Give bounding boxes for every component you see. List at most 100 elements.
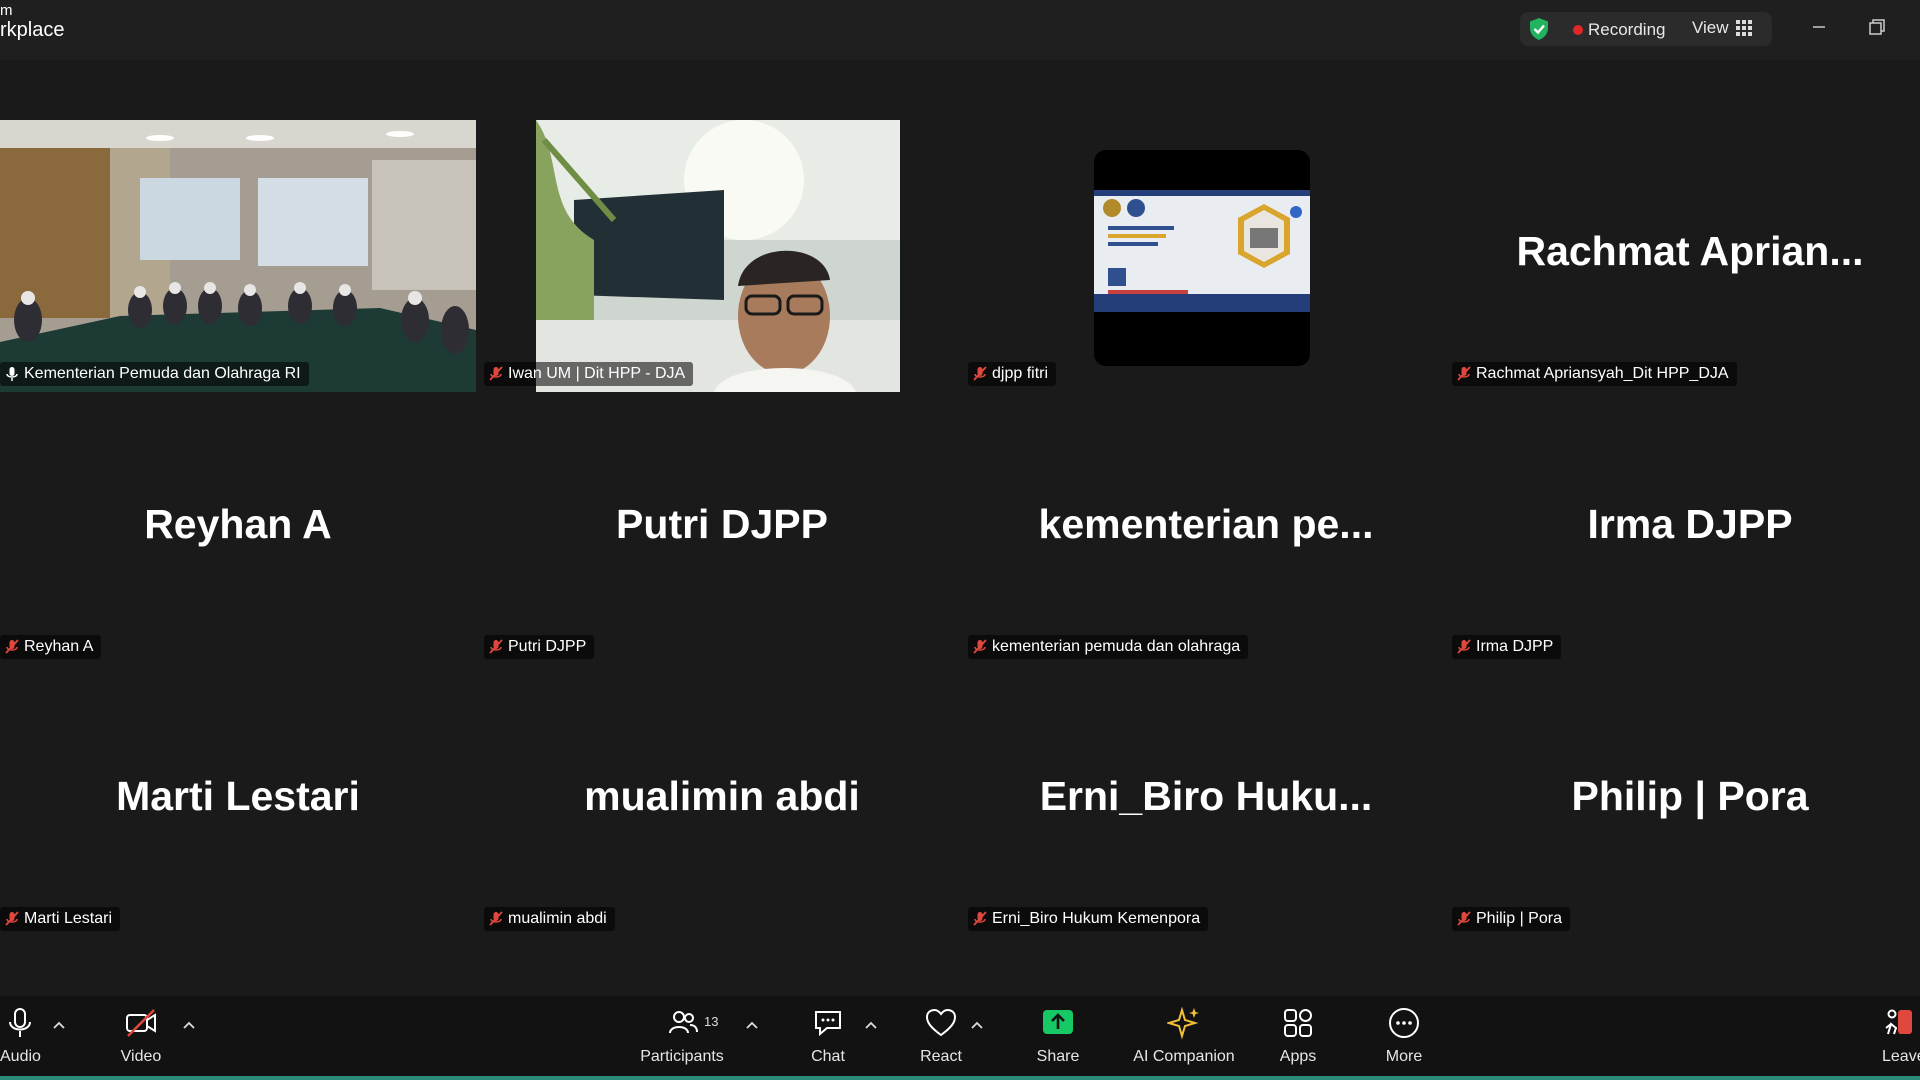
recording-label[interactable]: Recording <box>1588 20 1666 40</box>
participant-display-name: mualimin abdi <box>584 773 860 819</box>
chat-bubble-icon <box>815 1011 841 1037</box>
mic-muted-icon <box>489 911 503 926</box>
video-tile-reyhan[interactable]: Reyhan A Reyhan A <box>0 393 476 665</box>
participant-name-tag: Reyhan A <box>0 635 102 659</box>
video-tile-mualimin[interactable]: mualimin abdi mualimin abdi <box>484 665 960 937</box>
profile-picture <box>1094 150 1310 366</box>
heart-icon <box>925 1008 957 1037</box>
shield-check-icon[interactable] <box>1526 16 1552 42</box>
participant-name-tag: Putri DJPP <box>484 635 595 659</box>
participant-name-tag: Erni_Biro Hukum Kemenpora <box>968 907 1209 931</box>
apps-button[interactable]: Apps <box>1276 1006 1320 1068</box>
video-tile-marti[interactable]: Marti Lestari Marti Lestari <box>0 665 476 937</box>
participant-name: Putri DJPP <box>508 638 587 655</box>
apps-label: Apps <box>1279 1048 1317 1065</box>
microphone-icon <box>9 1008 31 1037</box>
video-tile-irma[interactable]: Irma DJPP Irma DJPP <box>1452 393 1920 665</box>
conference-room-video <box>0 120 476 392</box>
participant-name: kementerian pemuda dan olahraga <box>992 638 1241 655</box>
mic-muted-icon <box>973 639 987 654</box>
react-label: React <box>920 1048 962 1065</box>
chat-label: Chat <box>811 1048 845 1065</box>
participant-display-name: Putri DJPP <box>616 501 828 547</box>
mic-muted-icon <box>1457 911 1471 926</box>
audio-options-chevron-icon[interactable] <box>52 1020 66 1030</box>
participant-name: Erni_Biro Hukum Kemenpora <box>992 910 1201 927</box>
restore-window-icon[interactable] <box>1866 16 1888 38</box>
participant-name-tag: kementerian pemuda dan olahraga <box>968 635 1249 659</box>
sparkle-icon <box>1167 1006 1199 1040</box>
video-tile-iwan[interactable]: Iwan UM | Dit HPP - DJA <box>484 120 960 392</box>
participant-name-tag: Irma DJPP <box>1452 635 1562 659</box>
video-tile-erni[interactable]: Erni_Biro Huku... Erni_Biro Hukum Kemenp… <box>968 665 1444 937</box>
share-screen-icon <box>1043 1010 1073 1034</box>
participant-display-name: Philip | Pora <box>1571 773 1809 819</box>
participant-display-name: kementerian pe... <box>1038 501 1374 547</box>
mic-muted-icon <box>5 911 19 926</box>
participant-name: mualimin abdi <box>508 910 607 927</box>
video-label: Video <box>120 1048 162 1065</box>
participant-name: Rachmat Apriansyah_Dit HPP_DJA <box>1476 365 1729 382</box>
participant-name: Philip | Pora <box>1476 910 1562 927</box>
participants-label: Participants <box>640 1048 724 1065</box>
react-options-chevron-icon[interactable] <box>970 1020 984 1030</box>
participant-name-tag: Rachmat Apriansyah_Dit HPP_DJA <box>1452 362 1737 386</box>
participant-name-tag: Philip | Pora <box>1452 907 1570 931</box>
video-tile-kementerian[interactable]: kementerian pe... kementerian pemuda dan… <box>968 393 1444 665</box>
leave-button[interactable]: Leave <box>1882 1006 1920 1068</box>
mic-muted-icon <box>1457 639 1471 654</box>
more-label: More <box>1385 1048 1423 1065</box>
video-button[interactable]: Video <box>112 1006 170 1068</box>
app-title-line1: m <box>0 2 13 19</box>
participant-name: djpp fitri <box>992 365 1049 382</box>
audio-label: Audio <box>0 1048 41 1065</box>
participant-display-name: Marti Lestari <box>116 773 360 819</box>
participant-name: Iwan UM | Dit HPP - DJA <box>508 365 686 382</box>
share-button[interactable]: Share <box>1034 1006 1082 1068</box>
chat-options-chevron-icon[interactable] <box>864 1020 878 1030</box>
video-tile-putri[interactable]: Putri DJPP Putri DJPP <box>484 393 960 665</box>
view-button[interactable]: View <box>1692 18 1729 38</box>
mic-muted-icon <box>489 366 503 381</box>
apps-icon <box>1284 1009 1312 1037</box>
app-title-line2: rkplace <box>0 19 65 41</box>
profile-picture-image <box>1094 190 1310 312</box>
participant-name: Kementerian Pemuda dan Olahraga RI <box>24 365 301 382</box>
more-button[interactable]: More <box>1380 1006 1428 1068</box>
minimize-icon[interactable] <box>1808 16 1830 38</box>
audio-button[interactable]: Audio <box>0 1006 41 1068</box>
leave-meeting-icon <box>1885 1009 1912 1035</box>
app-title: m rkplace <box>0 2 65 42</box>
chat-button[interactable]: Chat <box>804 1006 852 1068</box>
participants-icon <box>669 1011 698 1034</box>
video-tile-rachmat[interactable]: Rachmat Aprian... Rachmat Apriansyah_Dit… <box>1452 120 1920 392</box>
video-off-icon <box>126 1009 156 1037</box>
participant-display-name: Reyhan A <box>144 501 332 547</box>
participants-count: 13 <box>704 1014 719 1029</box>
mic-muted-icon <box>489 639 503 654</box>
participant-name-tag: Kementerian Pemuda dan Olahraga RI <box>0 362 309 386</box>
video-options-chevron-icon[interactable] <box>182 1020 196 1030</box>
video-tile-philip[interactable]: Philip | Pora Philip | Pora <box>1452 665 1920 937</box>
leave-label: Leave <box>1882 1048 1920 1065</box>
grid-view-icon[interactable] <box>1736 20 1752 36</box>
participant-name-tag: mualimin abdi <box>484 907 615 931</box>
ai-companion-button[interactable]: AI Companion <box>1130 1006 1238 1068</box>
mic-muted-icon <box>973 366 987 381</box>
react-button[interactable]: React <box>916 1006 966 1068</box>
participant-name-tag: Marti Lestari <box>0 907 121 931</box>
participant-video <box>484 120 960 392</box>
participant-name: Irma DJPP <box>1476 638 1554 655</box>
participant-name: Reyhan A <box>24 638 94 655</box>
mic-muted-icon <box>5 639 19 654</box>
video-tile-djpp-fitri[interactable]: djpp fitri <box>968 120 1444 392</box>
video-tile-kemenpora[interactable]: Kementerian Pemuda dan Olahraga RI <box>0 120 476 392</box>
participant-name-tag: Iwan UM | Dit HPP - DJA <box>484 362 694 386</box>
mic-active-icon <box>6 367 18 381</box>
recording-dot-icon <box>1573 25 1583 35</box>
participants-options-chevron-icon[interactable] <box>745 1020 759 1030</box>
mic-muted-icon <box>1457 366 1471 381</box>
toolbar-bottom-border <box>0 1076 1920 1080</box>
more-dots-icon <box>1389 1008 1419 1038</box>
share-label: Share <box>1036 1048 1080 1065</box>
